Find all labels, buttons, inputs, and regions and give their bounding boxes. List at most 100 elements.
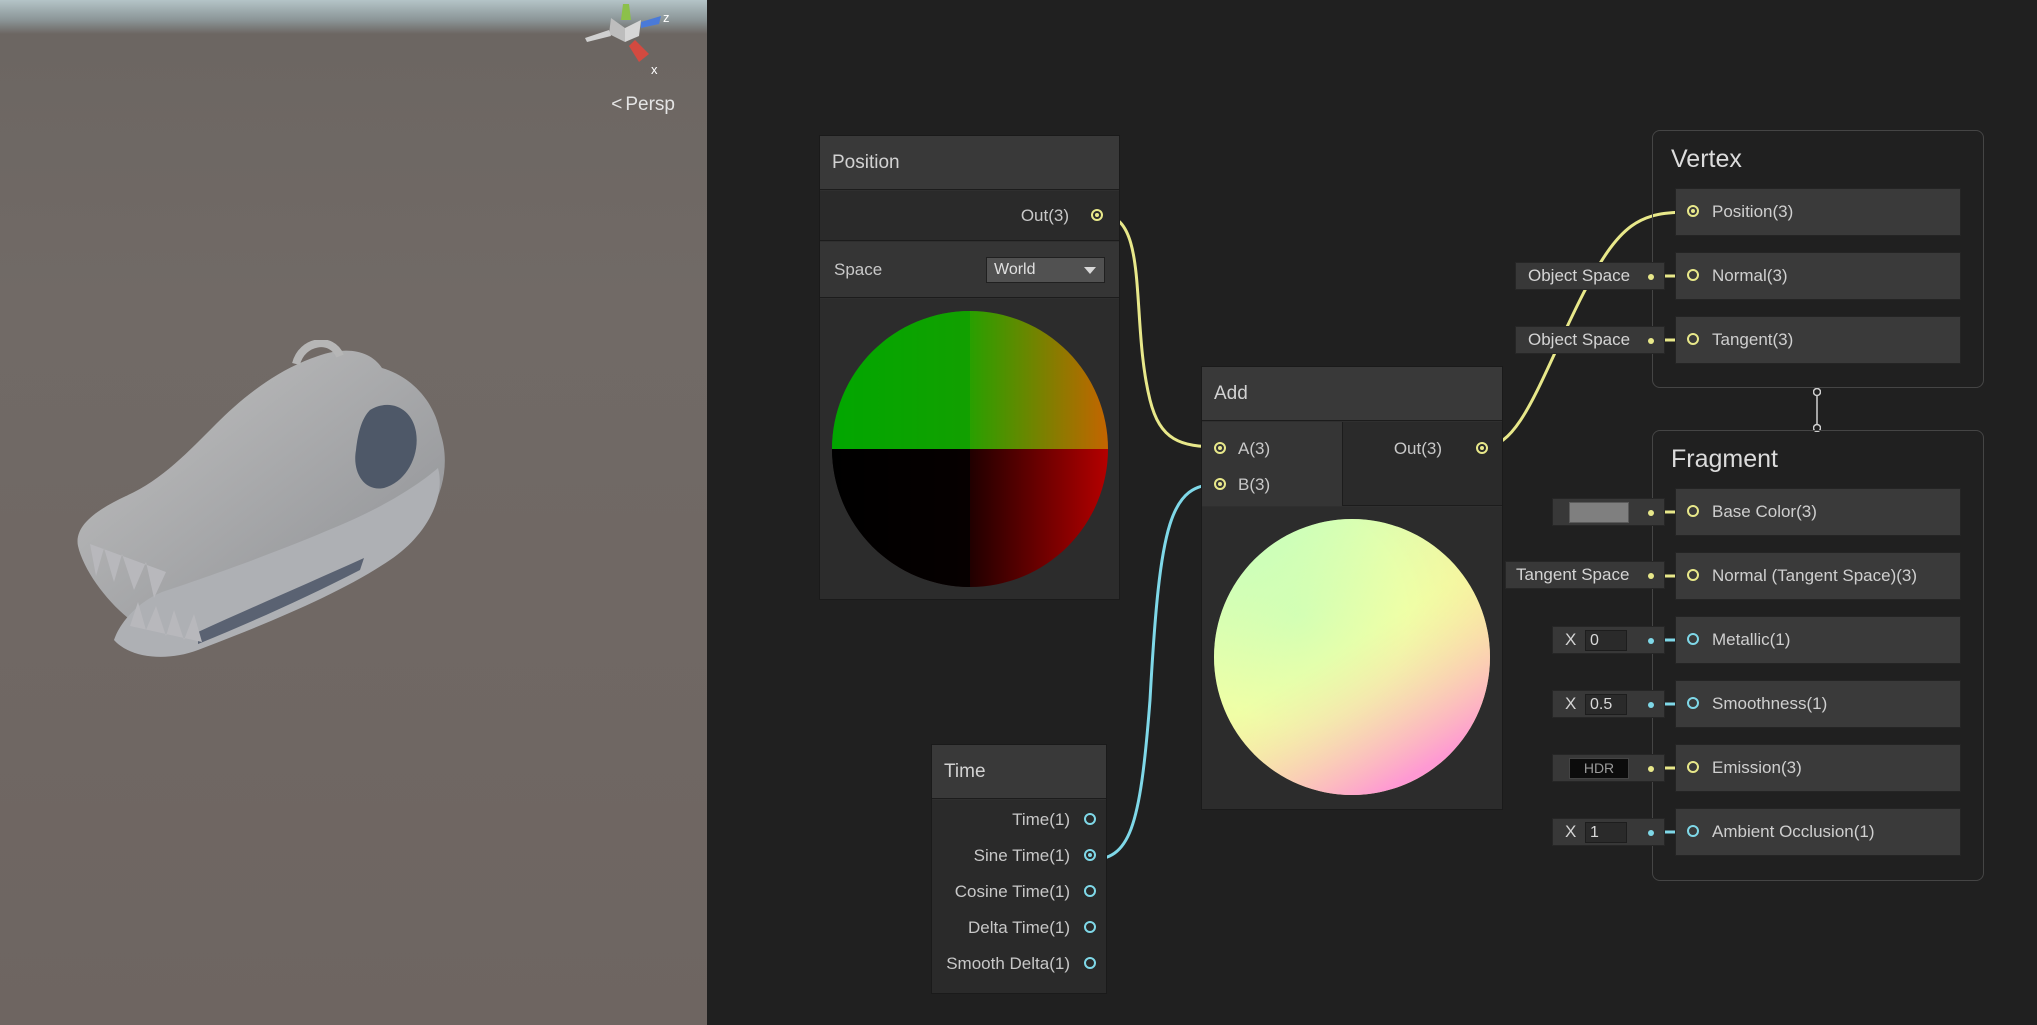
gizmo-z-label: z (663, 10, 670, 25)
fragment-context-title: Fragment (1671, 445, 1778, 473)
add-io-row: A(3) B(3) Out(3) (1202, 422, 1502, 506)
position-node[interactable]: Position Out(3) Space World (819, 135, 1120, 600)
base-color-swatch[interactable] (1569, 502, 1629, 523)
add-node-title: Add (1202, 367, 1502, 421)
time-node[interactable]: Time Time(1) Sine Time(1) Cosine Time(1)… (931, 744, 1107, 994)
add-input-b-label: B(3) (1238, 475, 1271, 494)
position-output-label: Out(3) (1020, 206, 1069, 225)
time-node-title: Time (932, 745, 1106, 799)
add-output-label: Out(3) (1393, 439, 1442, 458)
add-input-b-port[interactable] (1214, 478, 1226, 490)
vertex-tangent-label: Tangent(3) (1712, 330, 1794, 349)
skull-model-icon (77, 340, 445, 657)
space-dropdown-value: World (994, 261, 1036, 278)
view-mode-toggle[interactable]: < Persp (585, 94, 675, 116)
normal-ts-space-label: Tangent Space (1516, 565, 1630, 584)
smoothness-value-field[interactable]: 0.5 (1585, 694, 1627, 715)
smoothness-port[interactable] (1687, 697, 1699, 709)
normal-space-input[interactable]: Object Space (1515, 262, 1665, 290)
metallic-label: Metallic(1) (1712, 630, 1791, 649)
view-mode-label: Persp (625, 94, 675, 115)
perspective-arrow-icon: < (611, 94, 623, 115)
add-node[interactable]: Add A(3) B(3) Out(3) (1201, 366, 1503, 810)
time-outputs: Time(1) Sine Time(1) Cosine Time(1) Delt… (932, 800, 1106, 993)
context-link-icon (1813, 388, 1821, 432)
base-color-label: Base Color(3) (1712, 502, 1817, 521)
normal-ts-space-port-dot (1648, 573, 1654, 579)
vertex-tangent-block[interactable]: Tangent(3) (1675, 316, 1961, 364)
normal-ts-label: Normal (Tangent Space)(3) (1712, 566, 1918, 585)
time-output-port[interactable] (1084, 813, 1096, 825)
add-inputs: A(3) B(3) (1202, 422, 1343, 506)
emission-hdr-swatch[interactable]: HDR (1569, 758, 1629, 779)
delta-time-output-port[interactable] (1084, 921, 1096, 933)
vertex-normal-port[interactable] (1687, 269, 1699, 281)
base-color-block[interactable]: Base Color(3) (1675, 488, 1961, 536)
vertex-context[interactable]: Vertex Position(3) Normal(3) Tangent(3) (1652, 130, 1984, 388)
ambient-occlusion-input[interactable]: X 1 (1552, 818, 1665, 846)
smoothness-block[interactable]: Smoothness(1) (1675, 680, 1961, 728)
emission-port[interactable] (1687, 761, 1699, 773)
smoothness-label: Smoothness(1) (1712, 694, 1828, 713)
delta-time-output-label: Delta Time(1) (967, 918, 1070, 937)
emission-block[interactable]: Emission(3) (1675, 744, 1961, 792)
gizmo-x-label: x (651, 62, 658, 77)
ao-value-field[interactable]: 1 (1585, 822, 1627, 843)
position-output-port[interactable] (1091, 209, 1103, 221)
vertex-normal-block[interactable]: Normal(3) (1675, 252, 1961, 300)
vertex-position-block[interactable]: Position(3) (1675, 188, 1961, 236)
metallic-block[interactable]: Metallic(1) (1675, 616, 1961, 664)
smoothness-input[interactable]: X 0.5 (1552, 690, 1665, 718)
normal-ts-block[interactable]: Normal (Tangent Space)(3) (1675, 552, 1961, 600)
ao-x-label: X (1565, 822, 1577, 841)
vertex-position-label: Position(3) (1712, 202, 1794, 221)
emission-port-dot (1648, 766, 1654, 772)
vertex-tangent-port[interactable] (1687, 333, 1699, 345)
cosine-time-output-port[interactable] (1084, 885, 1096, 897)
vertex-context-title: Vertex (1671, 145, 1742, 173)
sine-time-output-port[interactable] (1084, 849, 1096, 861)
vertex-normal-label: Normal(3) (1712, 266, 1788, 285)
normal-ts-port[interactable] (1687, 569, 1699, 581)
vertex-position-port[interactable] (1687, 205, 1699, 217)
ambient-occlusion-label: Ambient Occlusion(1) (1712, 822, 1875, 841)
position-preview-sphere-icon (832, 311, 1108, 587)
ao-port-dot (1648, 830, 1654, 836)
position-node-title: Position (820, 136, 1119, 190)
ambient-occlusion-port[interactable] (1687, 825, 1699, 837)
metallic-port[interactable] (1687, 633, 1699, 645)
normal-ts-space-input[interactable]: Tangent Space (1505, 561, 1665, 589)
position-preview (820, 299, 1119, 599)
add-input-a-label: A(3) (1238, 439, 1271, 458)
orientation-gizmo-icon[interactable]: z x (575, 0, 675, 80)
fragment-context[interactable]: Fragment Base Color(3) Normal (Tangent S… (1652, 430, 1984, 881)
tangent-space-port-dot (1648, 338, 1654, 344)
smoothness-port-dot (1648, 702, 1654, 708)
smooth-delta-output-port[interactable] (1084, 957, 1096, 969)
base-color-port-dot (1648, 510, 1654, 516)
base-color-port[interactable] (1687, 505, 1699, 517)
position-output-row: Out(3) (820, 191, 1119, 241)
tangent-space-input[interactable]: Object Space (1515, 326, 1665, 354)
dropdown-arrow-icon (1084, 267, 1096, 274)
normal-space-port-dot (1648, 274, 1654, 280)
normal-space-label: Object Space (1528, 266, 1631, 285)
scene-viewport[interactable]: z x < Persp (0, 0, 707, 1025)
metallic-x-label: X (1565, 630, 1577, 649)
add-preview-sphere-icon (1214, 519, 1490, 795)
add-input-a-port[interactable] (1214, 442, 1226, 454)
position-space-row: Space World (820, 242, 1119, 298)
smooth-delta-output-label: Smooth Delta(1) (946, 954, 1070, 973)
space-label: Space (834, 260, 883, 279)
metallic-input[interactable]: X 0 (1552, 626, 1665, 654)
emission-label: Emission(3) (1712, 758, 1802, 777)
metallic-value-field[interactable]: 0 (1585, 630, 1627, 651)
base-color-input[interactable] (1552, 498, 1665, 526)
sine-time-output-label: Sine Time(1) (973, 846, 1070, 865)
cosine-time-output-label: Cosine Time(1) (954, 882, 1070, 901)
space-dropdown[interactable]: World (986, 257, 1105, 283)
add-output-port[interactable] (1476, 442, 1488, 454)
ambient-occlusion-block[interactable]: Ambient Occlusion(1) (1675, 808, 1961, 856)
smoothness-x-label: X (1565, 694, 1577, 713)
emission-input[interactable]: HDR (1552, 754, 1665, 782)
